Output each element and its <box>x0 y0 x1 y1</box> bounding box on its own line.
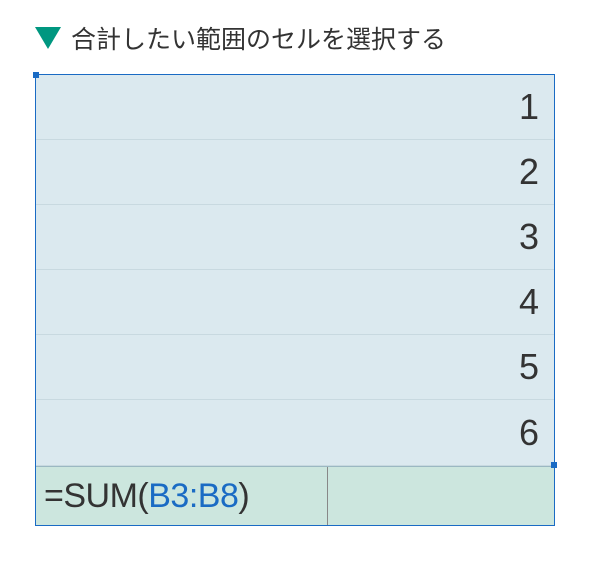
cell-value: 2 <box>519 151 539 193</box>
formula-row: =SUM(B3:B8) <box>36 466 554 525</box>
spreadsheet-grid[interactable]: 1 2 3 4 5 6 =SUM(B3:B8) <box>35 74 555 526</box>
cell-value: 1 <box>519 86 539 128</box>
cell-b4[interactable]: 2 <box>36 140 554 205</box>
formula-cell[interactable]: =SUM(B3:B8) <box>36 467 328 525</box>
selected-cell-range[interactable]: 1 2 3 4 5 6 <box>36 75 554 466</box>
cell-b8[interactable]: 6 <box>36 400 554 465</box>
triangle-marker-icon <box>35 27 61 49</box>
cell-value: 6 <box>519 412 539 454</box>
instruction-header: 合計したい範囲のセルを選択する <box>35 20 565 56</box>
cell-value: 3 <box>519 216 539 258</box>
adjacent-cell[interactable] <box>328 467 554 525</box>
cell-b6[interactable]: 4 <box>36 270 554 335</box>
formula-range-reference: B3:B8 <box>148 477 238 516</box>
cell-b5[interactable]: 3 <box>36 205 554 270</box>
cell-b7[interactable]: 5 <box>36 335 554 400</box>
cell-value: 5 <box>519 346 539 388</box>
cell-value: 4 <box>519 281 539 323</box>
formula-prefix: =SUM( <box>44 477 148 516</box>
instruction-text: 合計したい範囲のセルを選択する <box>71 20 446 56</box>
cell-b3[interactable]: 1 <box>36 75 554 140</box>
formula-suffix: ) <box>238 477 249 516</box>
